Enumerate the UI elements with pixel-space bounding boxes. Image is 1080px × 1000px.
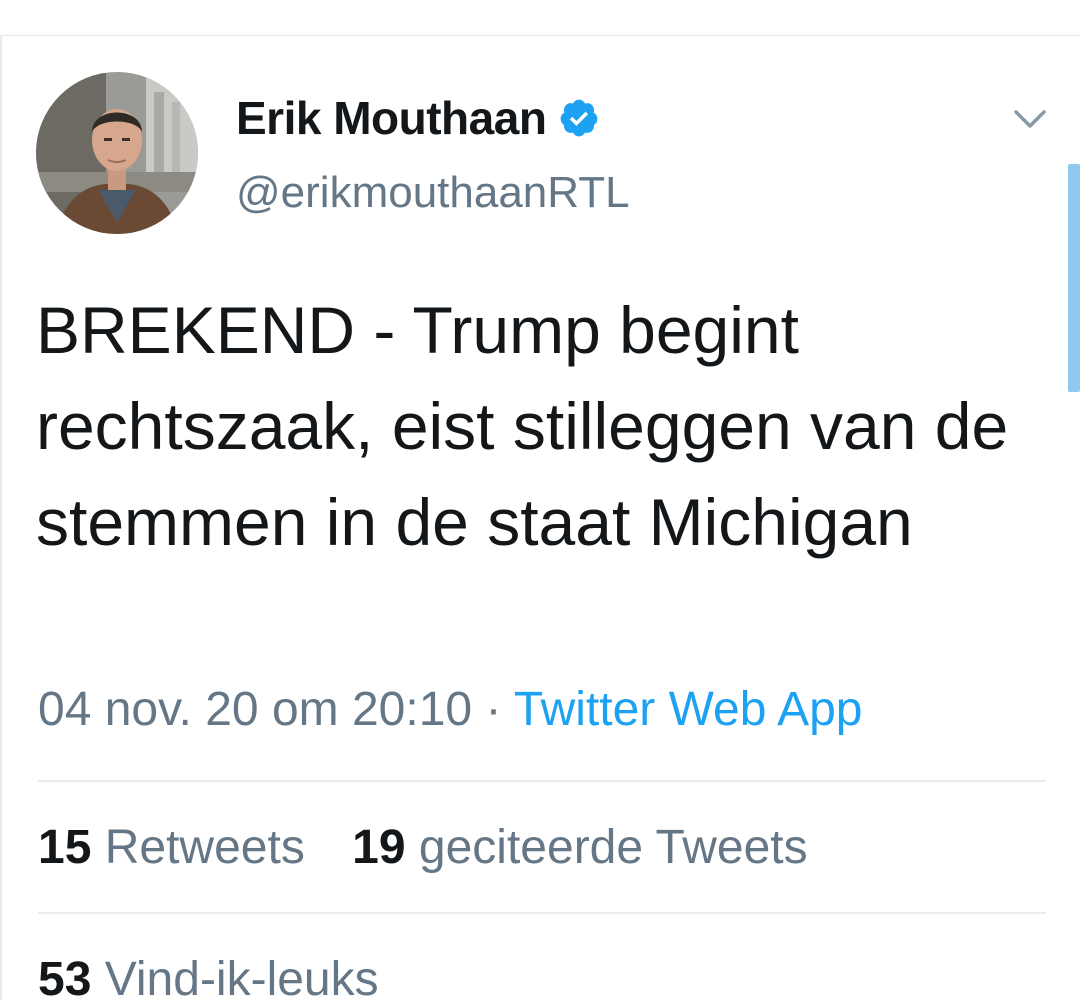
meta-separator: ·: [485, 683, 502, 736]
tweet-text: BREKEND - Trump begint rechtszaak, eist …: [36, 293, 1009, 559]
tweet-timestamp[interactable]: 04 nov. 20 om 20:10: [38, 683, 472, 736]
quotes-label: geciteerde Tweets: [418, 821, 808, 874]
likes-count: 53: [38, 953, 92, 1000]
likes-label: Vind-ik-leuks: [104, 953, 379, 1000]
verified-badge-icon: [558, 97, 600, 139]
divider: [38, 780, 1046, 782]
quotes-count: 19: [352, 821, 406, 874]
left-border: [0, 35, 2, 1000]
retweets-count: 15: [38, 821, 92, 874]
author-name-row[interactable]: Erik Mouthaan: [236, 88, 600, 148]
tweet-meta: 04 nov. 20 om 20:10 · Twitter Web App: [38, 682, 863, 737]
tweet-detail-page: Erik Mouthaan @erikmouthaanRTL BREKEND -…: [0, 0, 1080, 1000]
chevron-down-icon[interactable]: [1010, 98, 1050, 138]
author-handle[interactable]: @erikmouthaanRTL: [236, 168, 630, 218]
avatar-image: [36, 72, 198, 234]
stats-row: 15 Retweets 19 geciteerde Tweets: [38, 820, 842, 875]
likes-stat[interactable]: 53 Vind-ik-leuks: [38, 952, 379, 1000]
retweets-stat[interactable]: 15 Retweets: [38, 820, 305, 875]
avatar[interactable]: [36, 72, 198, 234]
divider: [38, 912, 1046, 914]
tweet-source-link[interactable]: Twitter Web App: [514, 683, 863, 736]
author-display-name[interactable]: Erik Mouthaan: [236, 91, 547, 145]
quotes-stat[interactable]: 19 geciteerde Tweets: [352, 820, 807, 875]
scrollbar-thumb[interactable]: [1068, 164, 1080, 392]
top-divider: [0, 35, 1080, 36]
retweets-label: Retweets: [104, 821, 305, 874]
likes-row: 53 Vind-ik-leuks: [38, 952, 413, 1000]
